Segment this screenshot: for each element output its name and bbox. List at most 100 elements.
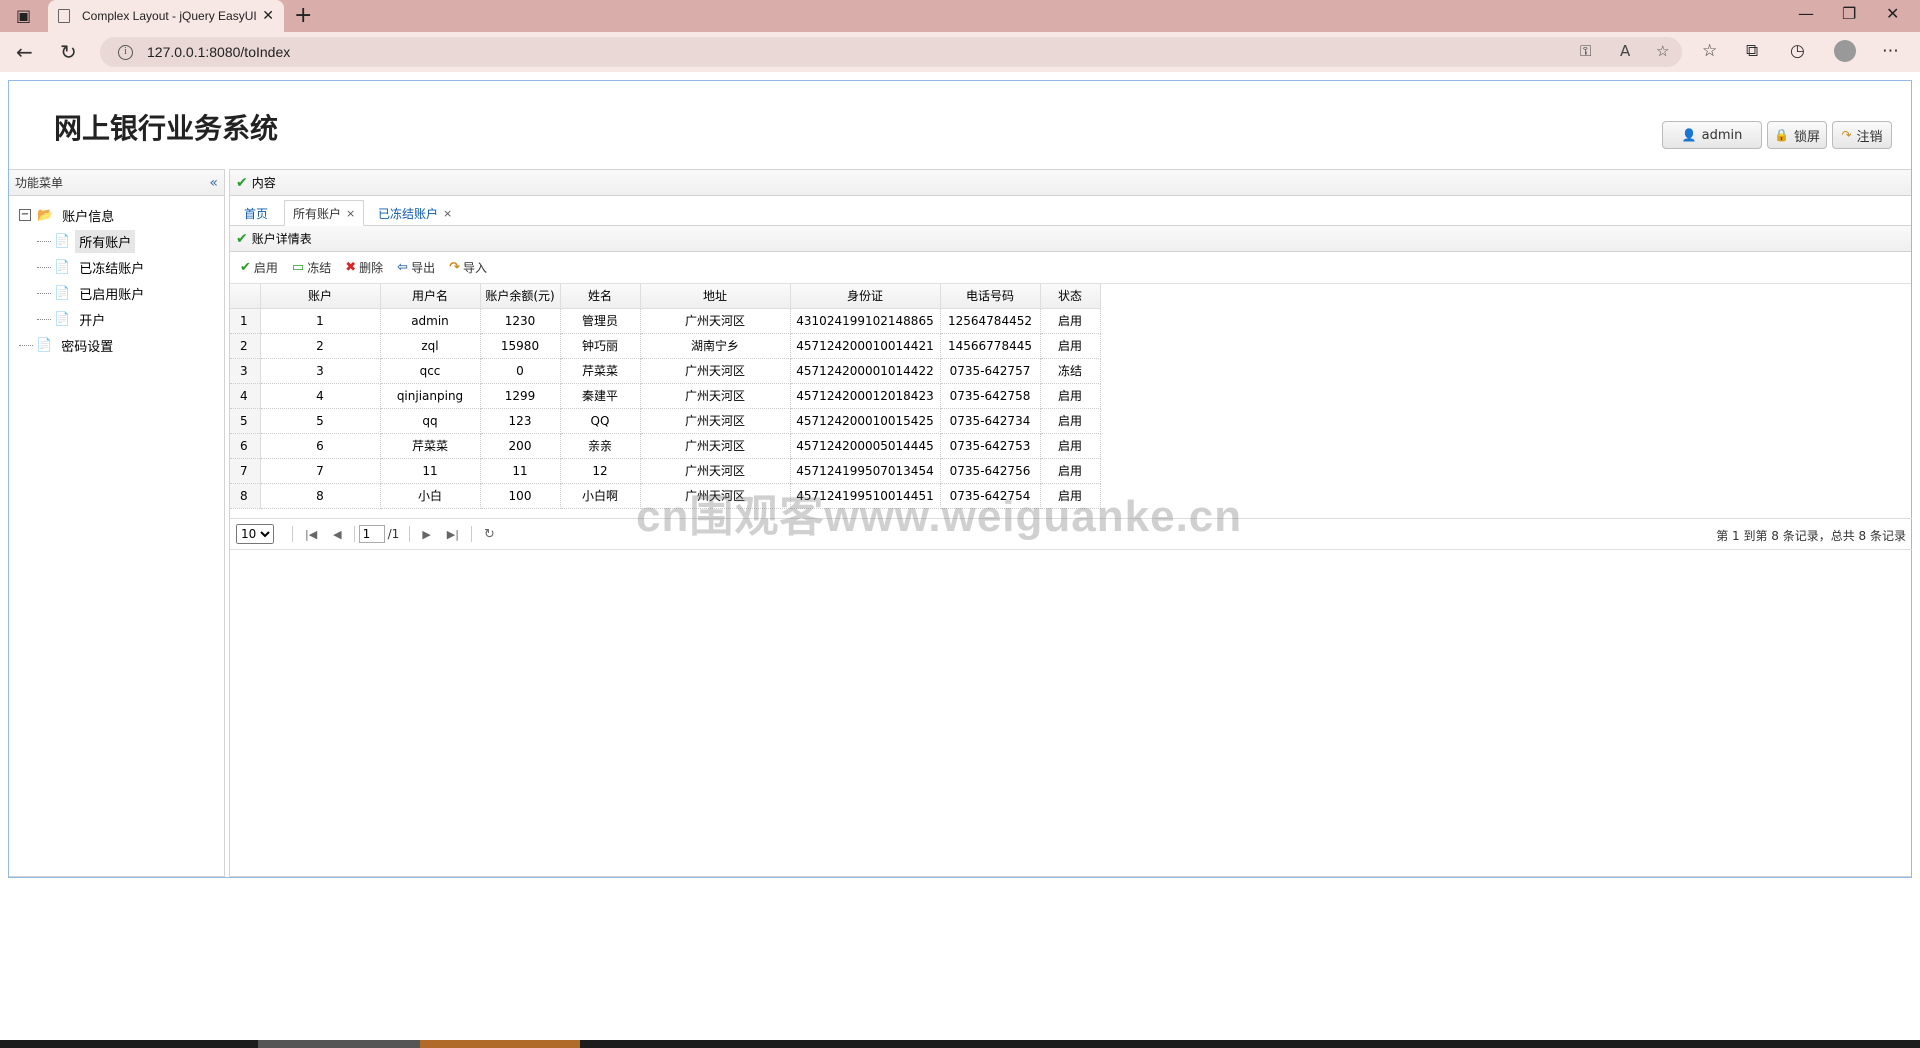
content-header: ✔ 内容 <box>230 170 1911 196</box>
url-text: 127.0.0.1:8080/toIndex <box>147 44 291 60</box>
close-icon[interactable]: × <box>443 207 452 220</box>
address-bar[interactable]: i 127.0.0.1:8080/toIndex ⚿ A ☆ <box>100 37 1682 67</box>
logout-button[interactable]: ↷ 注销 <box>1832 121 1892 149</box>
freeze-button[interactable]: ▭ 冻结 <box>292 259 331 276</box>
table-cell: 11 <box>380 458 481 484</box>
table-cell: QQ <box>560 408 641 434</box>
file-icon: 📄 <box>36 337 53 353</box>
key-icon[interactable]: ⚿ <box>1580 42 1591 60</box>
column-header[interactable]: 状态 <box>1040 284 1101 309</box>
table-cell: 广州天河区 <box>640 408 791 434</box>
browser-toolbar: ← ↻ i 127.0.0.1:8080/toIndex ⚿ A ☆ ☆ ⧉ ◷… <box>0 32 1920 72</box>
tab-all-accounts[interactable]: 所有账户 × <box>284 200 365 226</box>
tree-node-all-accounts[interactable]: 📄 所有账户 <box>9 228 224 254</box>
table-cell: 200 <box>480 433 561 459</box>
table-cell: 湖南宁乡 <box>640 333 791 359</box>
user-button[interactable]: 👤 admin <box>1662 121 1762 149</box>
lock-button[interactable]: 🔒 锁屏 <box>1767 121 1827 149</box>
back-icon[interactable]: ← <box>16 40 33 64</box>
more-icon[interactable]: ⋯ <box>1882 41 1899 61</box>
page-number-input[interactable] <box>358 525 385 543</box>
minus-box-icon: ▭ <box>291 260 305 275</box>
tab-home[interactable]: 首页 <box>236 200 276 226</box>
table-cell: 5 <box>260 408 381 434</box>
table-row[interactable]: 2 2 zql 15980 钟巧丽 湖南宁乡 457124200010014421 14566… <box>230 333 1101 359</box>
tree-node-frozen-accounts[interactable]: 📄 已冻结账户 <box>9 254 224 280</box>
table-row[interactable]: 3 3 qcc 0 芹菜菜 广州天河区 457124200001014422 0735-642… <box>230 358 1101 384</box>
table-cell: 钟巧丽 <box>560 333 641 359</box>
column-header[interactable]: 身份证 <box>790 284 941 309</box>
column-header[interactable]: 账户余额(元) <box>480 284 561 309</box>
table-cell: 0735-642734 <box>940 408 1041 434</box>
new-tab-icon[interactable]: + <box>294 3 312 28</box>
table-row[interactable]: 4 4 qinjianping 1299 秦建平 广州天河区 457124200012018… <box>230 383 1101 409</box>
first-page-icon[interactable]: |◀ <box>305 528 317 541</box>
easyui-layout: 网上银行业务系统 👤 admin 🔒 锁屏 ↷ 注销 功能菜单 « − 📂 账户… <box>8 80 1912 878</box>
row-number: 2 <box>230 333 261 359</box>
sidebar-toggle-icon[interactable]: ▣ <box>16 6 31 26</box>
menu-panel-header: 功能菜单 « <box>9 170 224 196</box>
reload-icon[interactable]: ↻ <box>484 527 495 542</box>
minimize-icon[interactable]: — <box>1798 4 1814 23</box>
delete-button[interactable]: ✖ 删除 <box>345 259 383 276</box>
table-cell: qcc <box>380 358 481 384</box>
close-window-icon[interactable]: ✕ <box>1886 4 1899 23</box>
table-cell: 亲亲 <box>560 433 641 459</box>
grid-panel-header: ✔ 账户详情表 <box>230 226 1911 252</box>
column-header[interactable]: 账户 <box>260 284 381 309</box>
table-row[interactable]: 5 5 qq 123 QQ 广州天河区 457124200010015425 0735-642… <box>230 408 1101 434</box>
browser-tab[interactable]: Complex Layout - jQuery EasyUI ✕ <box>48 0 284 32</box>
tree-node-enabled-accounts[interactable]: 📄 已启用账户 <box>9 280 224 306</box>
collections-icon[interactable]: ⧉ <box>1746 41 1758 61</box>
table-cell: 100 <box>480 483 561 509</box>
tree-node-password-settings[interactable]: 📄 密码设置 <box>9 332 224 358</box>
table-cell: 4 <box>260 383 381 409</box>
row-number: 5 <box>230 408 261 434</box>
table-cell: 芹菜菜 <box>560 358 641 384</box>
table-cell: 启用 <box>1040 433 1101 459</box>
refresh-icon[interactable]: ↻ <box>60 40 77 64</box>
column-header[interactable]: 电话号码 <box>940 284 1041 309</box>
column-header[interactable]: 用户名 <box>380 284 481 309</box>
table-cell: 2 <box>260 333 381 359</box>
import-button[interactable]: ↷ 导入 <box>449 259 487 276</box>
collapse-node-icon[interactable]: − <box>19 209 31 221</box>
table-cell: 0735-642753 <box>940 433 1041 459</box>
table-cell: 管理员 <box>560 308 641 334</box>
next-page-icon[interactable]: ▶ <box>422 528 430 541</box>
tree-node-open-account[interactable]: 📄 开户 <box>9 306 224 332</box>
prev-page-icon[interactable]: ◀ <box>333 528 341 541</box>
site-info-icon[interactable]: i <box>118 44 133 60</box>
column-header[interactable]: 地址 <box>640 284 791 309</box>
restore-icon[interactable]: ❐ <box>1842 4 1856 23</box>
history-icon[interactable]: ◷ <box>1790 41 1805 61</box>
pagination-info: 第 1 到第 8 条记录，总共 8 条记录 <box>1716 529 1906 543</box>
last-page-icon[interactable]: ▶| <box>447 528 459 541</box>
collapse-icon[interactable]: « <box>209 175 218 191</box>
enable-button[interactable]: ✔ 启用 <box>240 259 278 276</box>
tab-frozen-accounts[interactable]: 已冻结账户 × <box>370 200 460 226</box>
folder-open-icon: 📂 <box>37 207 54 223</box>
tree-node-account-info[interactable]: − 📂 账户信息 <box>9 202 224 228</box>
favorite-add-icon[interactable]: ☆ <box>1656 42 1669 60</box>
close-tab-icon[interactable]: ✕ <box>262 8 274 24</box>
table-cell: 8 <box>260 483 381 509</box>
table-cell: 3 <box>260 358 381 384</box>
table-cell: 6 <box>260 433 381 459</box>
read-aloud-icon[interactable]: A <box>1620 42 1630 60</box>
table-cell: 12 <box>560 458 641 484</box>
table-cell: zql <box>380 333 481 359</box>
table-row[interactable]: 1 1 admin 1230 管理员 广州天河区 431024199102148865 125… <box>230 308 1101 334</box>
export-button[interactable]: ⇦ 导出 <box>397 259 435 276</box>
table-row[interactable]: 6 6 芹菜菜 200 亲亲 广州天河区 457124200005014445 0735-64… <box>230 433 1101 459</box>
close-icon[interactable]: × <box>346 207 355 220</box>
table-cell: 启用 <box>1040 308 1101 334</box>
table-cell: 14566778445 <box>940 333 1041 359</box>
table-cell: 启用 <box>1040 333 1101 359</box>
profile-avatar[interactable] <box>1834 40 1856 62</box>
column-header[interactable]: 姓名 <box>560 284 641 309</box>
page-size-select[interactable]: 10 <box>236 524 274 544</box>
table-cell: 457124200010014421 <box>790 333 941 359</box>
favorites-icon[interactable]: ☆ <box>1702 41 1717 61</box>
table-cell: 广州天河区 <box>640 433 791 459</box>
